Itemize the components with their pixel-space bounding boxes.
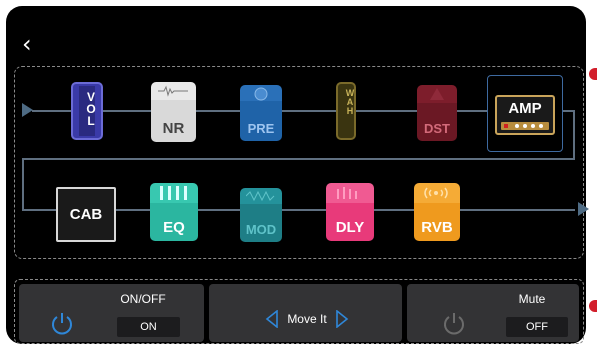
pedal-wah[interactable]: WAH xyxy=(336,82,356,140)
pedal-dly-label: DLY xyxy=(335,219,365,236)
power-toggle-button[interactable] xyxy=(49,311,75,337)
pedal-vol-label: VOL xyxy=(84,90,98,126)
move-left-button[interactable] xyxy=(265,309,279,329)
pedal-mod[interactable]: MOD xyxy=(240,188,282,242)
dly-bars-icon xyxy=(337,187,357,199)
pedal-amp[interactable]: AMP xyxy=(495,95,555,135)
pedal-pre[interactable]: PRE xyxy=(240,85,282,141)
amp-control-strip xyxy=(501,122,549,130)
pedal-dly[interactable]: DLY xyxy=(326,183,374,241)
pedal-nr-label: NR xyxy=(162,120,185,137)
page-indicator-top xyxy=(589,68,597,80)
eq-sliders-icon xyxy=(160,186,187,200)
pedal-rvb[interactable]: RVB xyxy=(414,183,460,241)
waveform-icon xyxy=(158,85,188,97)
pedal-cab[interactable]: CAB xyxy=(56,187,116,242)
pedal-pre-label: PRE xyxy=(247,121,275,136)
power-icon xyxy=(52,313,72,335)
signal-wire-left-vertical xyxy=(22,158,24,210)
power-icon-muted xyxy=(444,313,464,335)
pedal-mod-label: MOD xyxy=(245,222,277,237)
pedal-rvb-label: RVB xyxy=(421,219,453,236)
chevron-right-icon xyxy=(336,309,349,329)
mute-value-button[interactable]: OFF xyxy=(506,317,568,337)
pedal-wah-label: WAH xyxy=(345,88,355,115)
chevron-left-icon xyxy=(265,309,278,329)
onoff-value-button[interactable]: ON xyxy=(117,317,180,337)
signal-wire-return xyxy=(22,158,575,160)
pedal-vol[interactable]: VOL xyxy=(71,82,103,140)
dst-logo-icon xyxy=(430,88,444,100)
signal-wire-right-vertical xyxy=(573,110,575,158)
pedal-dst[interactable]: DST xyxy=(417,85,457,141)
move-it-label: Move It xyxy=(287,312,327,326)
mute-title: Mute xyxy=(518,292,546,306)
page-indicator-bottom xyxy=(589,300,597,312)
move-right-button[interactable] xyxy=(335,309,349,329)
pedal-nr[interactable]: NR xyxy=(151,82,196,142)
signal-wire-row1-end xyxy=(562,110,575,112)
output-arrow-icon xyxy=(578,202,589,216)
pedal-eq-label: EQ xyxy=(163,219,185,236)
onoff-title: ON/OFF xyxy=(120,292,166,306)
mute-toggle-button[interactable] xyxy=(441,311,467,337)
pedal-cab-label: CAB xyxy=(69,206,103,223)
knob-icon xyxy=(254,87,268,101)
back-button[interactable]: ‹ xyxy=(22,30,46,58)
pedal-amp-label: AMP xyxy=(508,100,542,117)
mod-wave-icon xyxy=(246,191,275,201)
pedal-eq[interactable]: EQ xyxy=(150,183,198,241)
pedal-dst-label: DST xyxy=(424,121,450,136)
rvb-waves-icon xyxy=(424,187,448,199)
